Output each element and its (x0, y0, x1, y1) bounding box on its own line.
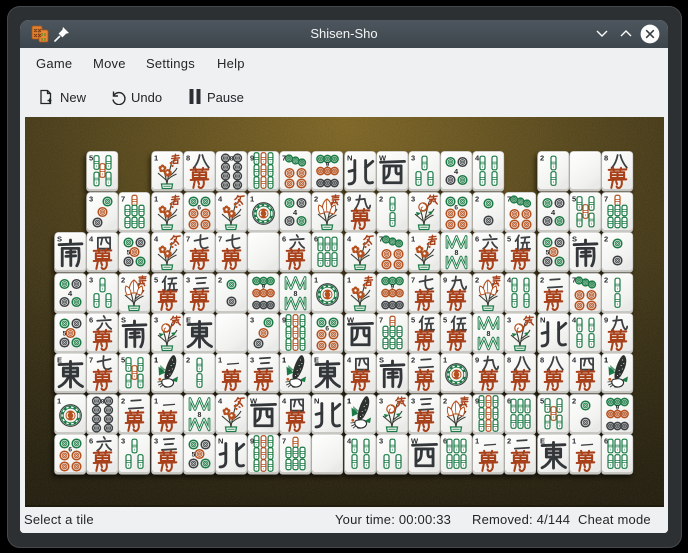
svg-text:2: 2 (218, 275, 222, 284)
svg-text:S: S (57, 235, 62, 244)
svg-text:3: 3 (379, 437, 383, 446)
svg-text:1: 1 (57, 396, 61, 405)
svg-text:1: 1 (314, 275, 318, 284)
svg-text:5: 5 (191, 452, 195, 459)
svg-text:1: 1 (154, 356, 158, 365)
svg-text:2: 2 (572, 396, 576, 405)
svg-text:8: 8 (604, 154, 608, 163)
svg-text:3: 3 (89, 275, 93, 284)
svg-text:3: 3 (186, 275, 190, 284)
svg-text:1: 1 (282, 356, 286, 365)
svg-text:6: 6 (326, 325, 330, 332)
svg-text:5: 5 (127, 250, 131, 257)
svg-text:2: 2 (121, 275, 125, 284)
svg-text:6: 6 (455, 204, 459, 211)
svg-text:8: 8 (455, 250, 459, 257)
svg-text:9: 9 (443, 275, 447, 284)
svg-text:2: 2 (314, 194, 318, 203)
svg-text:7: 7 (379, 315, 383, 324)
svg-text:7: 7 (89, 356, 93, 365)
svg-text:S: S (121, 315, 126, 324)
svg-text:7: 7 (411, 275, 415, 284)
svg-text:1: 1 (347, 396, 351, 405)
svg-text:N: N (540, 315, 545, 324)
svg-text:1: 1 (154, 396, 158, 405)
svg-text:5: 5 (89, 154, 93, 163)
svg-text:6: 6 (89, 315, 93, 324)
svg-text:5: 5 (545, 250, 549, 257)
svg-text:5: 5 (540, 396, 544, 405)
svg-text:S: S (572, 235, 577, 244)
svg-text:7: 7 (282, 437, 286, 446)
svg-text:3: 3 (154, 437, 158, 446)
svg-text:5: 5 (572, 194, 576, 203)
svg-text:N: N (347, 154, 352, 163)
svg-text:1: 1 (443, 356, 447, 365)
svg-text:1: 1 (347, 275, 351, 284)
svg-text:6: 6 (69, 447, 73, 454)
svg-text:8: 8 (507, 356, 511, 365)
svg-text:2: 2 (540, 154, 544, 163)
svg-text:5: 5 (63, 330, 67, 337)
svg-text:1: 1 (250, 194, 254, 203)
svg-text:3: 3 (250, 356, 254, 365)
svg-text:3: 3 (411, 154, 415, 163)
svg-text:1: 1 (218, 356, 222, 365)
svg-text:3: 3 (379, 396, 383, 405)
svg-text:7: 7 (121, 194, 125, 203)
svg-text:8: 8 (294, 291, 298, 298)
svg-text:2: 2 (443, 396, 447, 405)
svg-text:8: 8 (230, 156, 234, 163)
svg-text:2: 2 (121, 396, 125, 405)
svg-text:1: 1 (572, 437, 576, 446)
svg-text:7: 7 (604, 194, 608, 203)
svg-text:2: 2 (540, 275, 544, 284)
svg-text:8: 8 (487, 331, 491, 338)
svg-text:1: 1 (604, 356, 608, 365)
svg-text:1: 1 (154, 154, 158, 163)
svg-text:2: 2 (186, 356, 190, 365)
svg-text:5: 5 (154, 275, 158, 284)
svg-text:1: 1 (411, 235, 415, 244)
svg-text:6: 6 (475, 235, 479, 244)
svg-text:2: 2 (411, 356, 415, 365)
svg-text:2: 2 (507, 437, 511, 446)
svg-text:3: 3 (121, 437, 125, 446)
svg-text:8: 8 (186, 154, 190, 163)
svg-text:N: N (314, 396, 319, 405)
svg-text:1: 1 (154, 194, 158, 203)
svg-text:2: 2 (604, 235, 608, 244)
svg-text:6: 6 (89, 437, 93, 446)
svg-text:N: N (218, 437, 223, 446)
svg-text:8: 8 (540, 356, 544, 365)
svg-text:5: 5 (121, 356, 125, 365)
svg-text:3: 3 (154, 315, 158, 324)
svg-text:9: 9 (604, 315, 608, 324)
svg-text:2: 2 (604, 275, 608, 284)
svg-text:6: 6 (282, 235, 286, 244)
svg-text:7: 7 (186, 235, 190, 244)
svg-text:3: 3 (411, 194, 415, 203)
svg-text:S: S (379, 356, 384, 365)
svg-text:3: 3 (89, 194, 93, 203)
svg-text:3: 3 (507, 315, 511, 324)
svg-text:1: 1 (475, 437, 479, 446)
svg-text:3: 3 (411, 396, 415, 405)
svg-text:7: 7 (218, 235, 222, 244)
svg-text:5: 5 (411, 315, 415, 324)
svg-text:5: 5 (507, 235, 511, 244)
svg-text:2: 2 (379, 194, 383, 203)
svg-text:5: 5 (443, 315, 447, 324)
svg-text:6: 6 (197, 204, 201, 211)
svg-text:8: 8 (197, 412, 201, 419)
svg-text:9: 9 (475, 356, 479, 365)
svg-text:2: 2 (475, 275, 479, 284)
svg-text:3: 3 (250, 315, 254, 324)
svg-text:8: 8 (101, 398, 105, 405)
svg-text:2: 2 (475, 194, 479, 203)
svg-text:9: 9 (347, 194, 351, 203)
